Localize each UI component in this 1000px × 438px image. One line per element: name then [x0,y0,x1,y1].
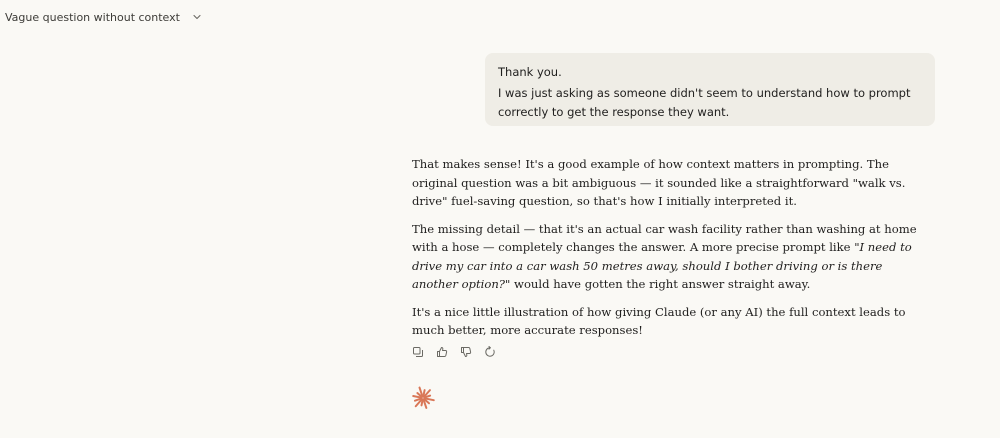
retry-icon[interactable] [482,344,498,360]
assistant-message: That makes sense! It's a good example of… [412,155,917,349]
assistant-paragraph: The missing detail — that it's an actual… [412,220,917,294]
assistant-text: would have gotten the right answer strai… [510,277,811,291]
assistant-paragraph: It's a nice little illustration of how g… [412,304,906,338]
copy-icon[interactable] [410,344,426,360]
thumbs-down-icon[interactable] [458,344,474,360]
user-message-line: I was just asking as someone didn't seem… [498,86,911,119]
claude-spark-icon [410,385,436,411]
user-message-line: Thank you. [498,65,562,79]
message-actions [410,344,498,360]
chevron-down-icon [192,12,202,22]
conversation-title-button[interactable]: Vague question without context [5,8,202,26]
assistant-paragraph: That makes sense! It's a good example of… [412,157,906,208]
thumbs-up-icon[interactable] [434,344,450,360]
user-message: Thank you. I was just asking as someone … [485,53,935,126]
conversation-title: Vague question without context [5,10,180,24]
assistant-text: The missing detail — that it's an actual… [412,221,917,255]
